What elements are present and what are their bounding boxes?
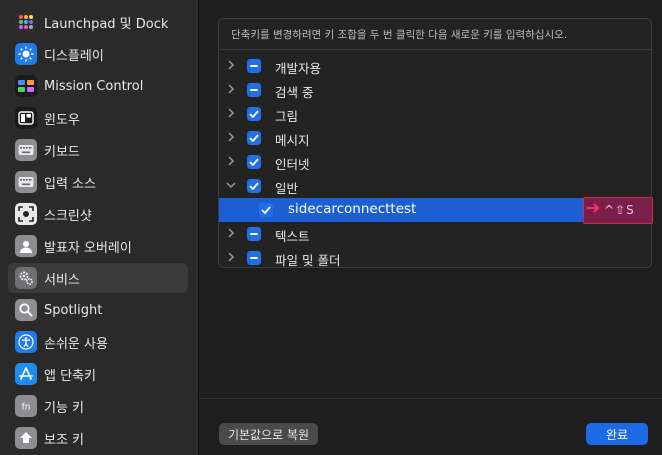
checkbox[interactable] xyxy=(259,203,273,217)
sidebar-item-screenshot[interactable]: 스크린샷 xyxy=(8,199,188,229)
sidebar-item-keyboard[interactable]: 키보드 xyxy=(8,135,188,165)
shortcut-keys: ^⇧S xyxy=(604,203,635,217)
tree-row-sidecarconnecttest[interactable]: sidecarconnecttest ^⇧S xyxy=(219,197,653,224)
tree-row-pictures[interactable]: 그림 xyxy=(219,102,651,126)
sidebar-item-label: 보조 키 xyxy=(44,432,85,448)
mixed-checkbox[interactable] xyxy=(247,251,261,265)
tree-row-label: 그림 xyxy=(275,109,299,124)
mixed-checkbox[interactable] xyxy=(247,227,261,241)
sidebar-item-label: Spotlight xyxy=(44,302,103,318)
sidebar-item-display[interactable]: 디스플레이 xyxy=(8,39,188,69)
sidebar: Launchpad 및 Dock 디스플레이 Mission Control 윈… xyxy=(0,0,198,455)
chevron-down-icon[interactable] xyxy=(225,180,237,192)
chevron-right-icon[interactable] xyxy=(225,132,237,144)
done-button[interactable]: 완료 xyxy=(586,423,648,445)
chevron-right-icon[interactable] xyxy=(225,60,237,72)
tree-row-label: 개발자용 xyxy=(275,61,322,76)
sidebar-item-label: 기능 키 xyxy=(44,400,85,416)
instruction-text: 단축키를 변경하려면 키 조합을 두 번 클릭한 다음 새로운 키를 입력하십시… xyxy=(231,29,568,41)
display-icon xyxy=(15,43,37,65)
sidebar-item-label: 디스플레이 xyxy=(44,48,104,64)
launchpad-icon xyxy=(15,11,37,33)
tree-row-label: 검색 중 xyxy=(275,85,314,100)
sidebar-item-label: 앱 단축키 xyxy=(44,368,96,384)
checkbox[interactable] xyxy=(247,179,261,193)
mission-control-icon xyxy=(15,75,37,97)
tree-row-label: 인터넷 xyxy=(275,157,310,172)
sidebar-item-presenter-overlay[interactable]: 발표자 오버레이 xyxy=(8,231,188,261)
window-icon xyxy=(15,107,37,129)
tree-row-general[interactable]: 일반 xyxy=(219,174,651,198)
tree-row-label: 텍스트 xyxy=(275,229,310,244)
checkbox[interactable] xyxy=(247,131,261,145)
sidebar-item-app-shortcuts[interactable]: 앱 단축키 xyxy=(8,359,188,389)
tree-row-files-folders[interactable]: 파일 및 폴더 xyxy=(219,246,651,270)
sidebar-item-services[interactable]: 서비스 xyxy=(8,263,188,293)
modifier-key-icon xyxy=(15,427,37,449)
footer-divider xyxy=(199,398,662,399)
svg-text:fn: fn xyxy=(22,403,31,413)
arrow-right-icon xyxy=(586,202,602,218)
restore-defaults-button[interactable]: 기본값으로 복원 xyxy=(219,423,318,445)
checkbox[interactable] xyxy=(247,107,261,121)
chevron-right-icon[interactable] xyxy=(225,156,237,168)
tree-row-label: 파일 및 폴더 xyxy=(275,253,341,268)
sidebar-item-label: 손쉬운 사용 xyxy=(44,336,108,352)
presenter-overlay-icon xyxy=(15,235,37,257)
chevron-right-icon[interactable] xyxy=(225,84,237,96)
tree-row-developer[interactable]: 개발자용 xyxy=(219,54,651,78)
sidebar-item-modifier-keys[interactable]: 보조 키 xyxy=(8,423,188,453)
checkbox[interactable] xyxy=(247,155,261,169)
sidebar-item-input-source[interactable]: 입력 소스 xyxy=(8,167,188,197)
app-store-icon xyxy=(15,363,37,385)
tree-row-messages[interactable]: 메시지 xyxy=(219,126,651,150)
shortcut-field[interactable]: ^⇧S xyxy=(583,197,653,224)
sidebar-item-label: 발표자 오버레이 xyxy=(44,240,132,256)
mixed-checkbox[interactable] xyxy=(247,83,261,97)
tree-row-label: 일반 xyxy=(275,181,299,196)
fn-key-icon: fn xyxy=(15,395,37,417)
input-source-icon xyxy=(15,171,37,193)
main-panel: 단축키를 변경하려면 키 조합을 두 번 클릭한 다음 새로운 키를 입력하십시… xyxy=(199,0,662,455)
tree-row-searching[interactable]: 검색 중 xyxy=(219,78,651,102)
mixed-checkbox[interactable] xyxy=(247,59,261,73)
screenshot-icon xyxy=(15,203,37,225)
tree-row-label: 메시지 xyxy=(275,133,310,148)
tree-row-internet[interactable]: 인터넷 xyxy=(219,150,651,174)
sidebar-item-mission-control[interactable]: Mission Control xyxy=(8,71,188,101)
tree-row-text[interactable]: 텍스트 xyxy=(219,222,651,246)
sidebar-item-label: Launchpad 및 Dock xyxy=(44,16,169,32)
chevron-right-icon[interactable] xyxy=(225,108,237,120)
sidebar-item-label: 입력 소스 xyxy=(44,176,96,192)
keyboard-icon xyxy=(15,139,37,161)
sidebar-item-accessibility[interactable]: 손쉬운 사용 xyxy=(8,327,188,357)
sidebar-item-label: 윈도우 xyxy=(44,112,80,128)
sidebar-item-window[interactable]: 윈도우 xyxy=(8,103,188,133)
chevron-right-icon[interactable] xyxy=(225,228,237,240)
accessibility-icon xyxy=(15,331,37,353)
sidebar-item-label: Mission Control xyxy=(44,78,144,94)
sidebar-item-function-keys[interactable]: fn 기능 키 xyxy=(8,391,188,421)
sidebar-item-label: 키보드 xyxy=(44,144,80,160)
spotlight-icon xyxy=(15,299,37,321)
sidebar-item-spotlight[interactable]: Spotlight xyxy=(8,295,188,325)
sidebar-item-label: 스크린샷 xyxy=(44,208,92,224)
divider xyxy=(219,49,651,50)
chevron-right-icon[interactable] xyxy=(225,252,237,264)
tree-row-label: sidecarconnecttest xyxy=(288,201,417,217)
sidebar-item-launchpad-dock[interactable]: Launchpad 및 Dock xyxy=(8,7,188,37)
services-gear-icon xyxy=(15,267,37,289)
shortcut-list-box: 단축키를 변경하려면 키 조합을 두 번 클릭한 다음 새로운 키를 입력하십시… xyxy=(218,18,653,270)
sidebar-item-label: 서비스 xyxy=(44,272,80,288)
